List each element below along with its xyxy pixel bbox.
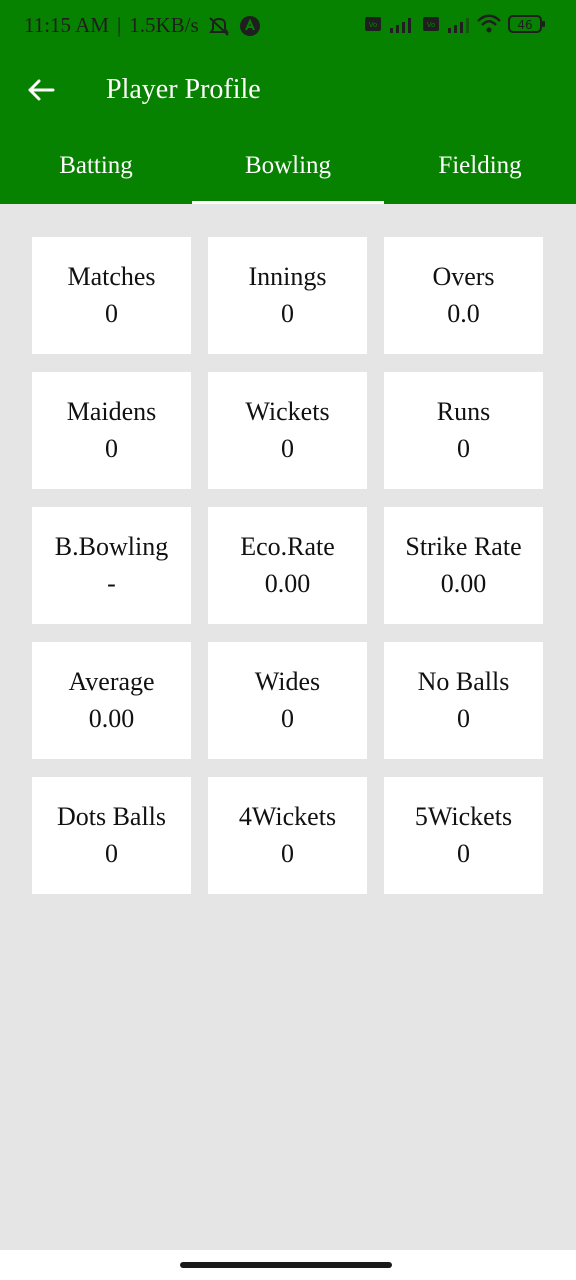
stat-card-wickets: Wickets 0 <box>208 372 367 489</box>
tab-label: Bowling <box>244 152 332 179</box>
stat-label: Maidens <box>66 396 157 426</box>
stat-card-no-balls: No Balls 0 <box>384 642 543 759</box>
status-separator: | <box>116 13 122 37</box>
stat-label: No Balls <box>417 666 510 696</box>
stat-card-overs: Overs 0.0 <box>384 237 543 354</box>
battery-icon: 46 <box>508 15 545 33</box>
battery-level: 46 <box>517 18 532 32</box>
stat-card-innings: Innings 0 <box>208 237 367 354</box>
page-title: Player Profile <box>106 74 261 105</box>
stat-label: Innings <box>248 261 327 291</box>
back-button[interactable] <box>18 67 64 113</box>
volte-icon: Vo <box>365 17 381 31</box>
svg-text:Vo: Vo <box>427 21 436 29</box>
stat-card-strike-rate: Strike Rate 0.00 <box>384 507 543 624</box>
stat-label: Matches <box>67 261 156 291</box>
tab-label: Batting <box>59 152 133 179</box>
stat-value: 0.0 <box>447 298 480 328</box>
stat-card-best-bowling: B.Bowling - <box>32 507 191 624</box>
tab-batting[interactable]: Batting <box>0 130 192 204</box>
stat-card-matches: Matches 0 <box>32 237 191 354</box>
stat-card-4-wickets: 4Wickets 0 <box>208 777 367 894</box>
stat-value: 0 <box>457 838 470 868</box>
stat-label: Wides <box>254 666 321 696</box>
stat-label: Strike Rate <box>405 531 522 561</box>
stat-value: 0 <box>281 433 294 463</box>
stat-card-maidens: Maidens 0 <box>32 372 191 489</box>
stat-value: 0 <box>281 298 294 328</box>
status-speed: 1.5KB/s <box>129 13 199 37</box>
stat-card-runs: Runs 0 <box>384 372 543 489</box>
stat-label: 4Wickets <box>238 801 337 831</box>
arrow-left-icon <box>28 79 55 101</box>
tab-fielding[interactable]: Fielding <box>384 130 576 204</box>
stat-value: - <box>107 568 116 598</box>
stat-label: Dots Balls <box>56 801 167 831</box>
stat-label: B.Bowling <box>54 531 169 561</box>
stat-value: 0 <box>457 433 470 463</box>
stat-label: Eco.Rate <box>240 531 335 561</box>
stat-card-wides: Wides 0 <box>208 642 367 759</box>
toolbar: Player Profile <box>0 54 576 128</box>
stat-value: 0.00 <box>440 568 487 598</box>
stat-label: Average <box>68 666 155 696</box>
stat-value: 0 <box>105 298 118 328</box>
stat-value: 0 <box>457 703 470 733</box>
signal-icon-2 <box>448 18 469 33</box>
status-left: 11:15 AM | 1.5KB/s <box>24 13 261 38</box>
volte-icon-2: Vo <box>423 17 439 31</box>
stat-card-dot-balls: Dots Balls 0 <box>32 777 191 894</box>
stat-label: Overs <box>432 261 495 291</box>
home-indicator[interactable] <box>180 1262 392 1268</box>
stat-value: 0 <box>281 838 294 868</box>
app-header: 11:15 AM | 1.5KB/s Vo Vo 46 Player Profi… <box>0 0 576 204</box>
wifi-icon <box>477 14 501 33</box>
stat-card-5-wickets: 5Wickets 0 <box>384 777 543 894</box>
status-bar: 11:15 AM | 1.5KB/s Vo Vo 46 <box>0 0 576 54</box>
status-right: Vo Vo 46 <box>364 14 546 34</box>
stat-label: 5Wickets <box>414 801 513 831</box>
stat-label: Wickets <box>245 396 330 426</box>
svg-text:Vo: Vo <box>369 21 378 29</box>
stat-value: 0 <box>281 703 294 733</box>
stat-card-economy-rate: Eco.Rate 0.00 <box>208 507 367 624</box>
stats-grid: Matches 0 Innings 0 Overs 0.0 Maidens 0 … <box>32 237 544 894</box>
stat-card-average: Average 0.00 <box>32 642 191 759</box>
app-icon <box>239 15 260 36</box>
mute-icon <box>208 16 229 36</box>
signal-icon <box>390 18 411 33</box>
stat-label: Runs <box>436 396 491 426</box>
stat-value: 0.00 <box>264 568 311 598</box>
tab-bowling[interactable]: Bowling <box>192 130 384 204</box>
status-time: 11:15 AM <box>24 13 109 37</box>
stat-value: 0 <box>105 433 118 463</box>
stat-value: 0 <box>105 838 118 868</box>
stat-value: 0.00 <box>88 703 135 733</box>
tab-bar: Batting Bowling Fielding <box>0 130 576 204</box>
tab-label: Fielding <box>438 152 522 179</box>
